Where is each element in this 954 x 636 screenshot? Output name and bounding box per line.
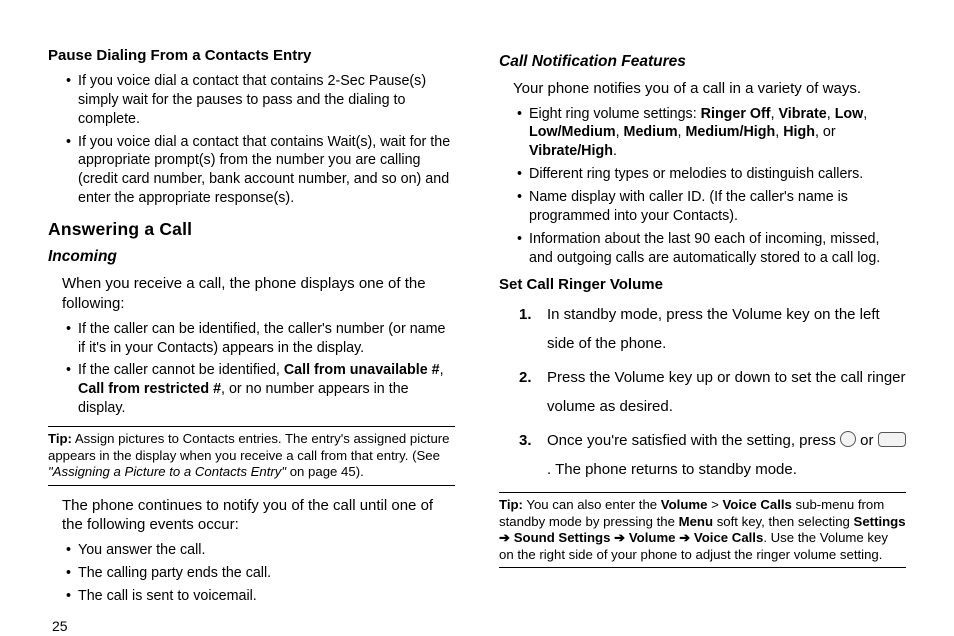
- heading-incoming: Incoming: [48, 247, 455, 268]
- key-icon: [878, 432, 906, 447]
- heading-answering-call: Answering a Call: [48, 218, 455, 241]
- tip-label: Tip:: [48, 431, 72, 446]
- tip-body: on page 45).: [286, 464, 364, 479]
- bold-text: Medium: [624, 124, 678, 140]
- ok-key-icon: [840, 431, 856, 447]
- bold-text: Volume: [661, 497, 708, 512]
- bold-text: Voice Calls: [722, 497, 791, 512]
- list-item: If you voice dial a contact that contain…: [66, 133, 455, 208]
- ringer-steps: In standby mode, press the Volume key on…: [519, 301, 906, 484]
- step-item: Press the Volume key up or down to set t…: [519, 364, 906, 421]
- text: You can also enter the: [523, 497, 661, 512]
- heading-pause-dialing: Pause Dialing From a Contacts Entry: [48, 46, 455, 66]
- tip-body: Assign pictures to Contacts entries. The…: [48, 431, 450, 463]
- step-item: Once you're satisfied with the setting, …: [519, 427, 906, 484]
- right-column: Call Notification Features Your phone no…: [491, 46, 906, 612]
- bold-text: Sound Settings: [514, 530, 611, 545]
- list-item: If the caller can be identified, the cal…: [66, 320, 455, 358]
- left-column: Pause Dialing From a Contacts Entry If y…: [48, 46, 455, 612]
- bold-text: Call from unavailable #: [284, 362, 440, 378]
- tip-box: Tip: Assign pictures to Contacts entries…: [48, 426, 455, 486]
- text: Once you're satisfied with the setting, …: [547, 432, 840, 449]
- list-item: Eight ring volume settings: Ringer Off , …: [517, 105, 906, 162]
- pause-bullets: If you voice dial a contact that contain…: [66, 72, 455, 208]
- heading-call-notification: Call Notification Features: [499, 52, 906, 73]
- continue-bullets: You answer the call. The calling party e…: [66, 541, 455, 606]
- bold-text: Low: [835, 106, 864, 122]
- text: .: [613, 143, 617, 159]
- page-number: 25: [48, 618, 906, 634]
- bold-text: High: [783, 124, 815, 140]
- list-item: The call is sent to voicemail.: [66, 587, 455, 606]
- notification-intro: Your phone notifies you of a call in a v…: [513, 79, 906, 99]
- arrow-icon: ➔: [499, 530, 510, 545]
- continue-intro: The phone continues to notify you of the…: [62, 496, 455, 536]
- tip-label: Tip:: [499, 497, 523, 512]
- text: >: [707, 497, 722, 512]
- list-item: Different ring types or melodies to dist…: [517, 165, 906, 184]
- list-item: If you voice dial a contact that contain…: [66, 72, 455, 129]
- text: Eight ring volume settings:: [529, 106, 701, 122]
- bold-text: Settings: [854, 514, 906, 529]
- step-item: In standby mode, press the Volume key on…: [519, 301, 906, 358]
- bold-text: Menu: [679, 514, 713, 529]
- bold-text: Medium/High: [686, 124, 776, 140]
- incoming-intro: When you receive a call, the phone displ…: [62, 274, 455, 314]
- text: soft key, then selecting: [713, 514, 854, 529]
- list-item: The calling party ends the call.: [66, 564, 455, 583]
- text: or: [856, 432, 878, 449]
- bold-text: Volume: [629, 530, 676, 545]
- columns: Pause Dialing From a Contacts Entry If y…: [48, 46, 906, 612]
- tip-box: Tip: You can also enter the Volume > Voi…: [499, 492, 906, 568]
- arrow-icon: ➔: [679, 530, 690, 545]
- page: Pause Dialing From a Contacts Entry If y…: [0, 0, 954, 636]
- arrow-icon: ➔: [614, 530, 625, 545]
- text: .: [547, 461, 555, 478]
- bold-text: Vibrate: [779, 106, 827, 122]
- list-item: Name display with caller ID. (If the cal…: [517, 188, 906, 226]
- bold-text: Call from restricted #: [78, 381, 221, 397]
- list-item: If the caller cannot be identified, Call…: [66, 361, 455, 418]
- bold-text: Ringer Off: [701, 106, 771, 122]
- list-item: Information about the last 90 each of in…: [517, 230, 906, 268]
- text: If the caller cannot be identified,: [78, 362, 284, 378]
- bold-text: Low/Medium: [529, 124, 616, 140]
- bold-text: Vibrate/High: [529, 143, 613, 159]
- tip-reference: "Assigning a Picture to a Contacts Entry…: [48, 464, 286, 479]
- heading-set-ringer-volume: Set Call Ringer Volume: [499, 275, 906, 295]
- text: The phone returns to standby mode.: [555, 461, 797, 478]
- incoming-bullets: If the caller can be identified, the cal…: [66, 320, 455, 418]
- text: , or: [815, 124, 836, 140]
- bold-text: Voice Calls: [694, 530, 763, 545]
- notification-bullets: Eight ring volume settings: Ringer Off , …: [517, 105, 906, 268]
- text: ,: [440, 362, 444, 378]
- list-item: You answer the call.: [66, 541, 455, 560]
